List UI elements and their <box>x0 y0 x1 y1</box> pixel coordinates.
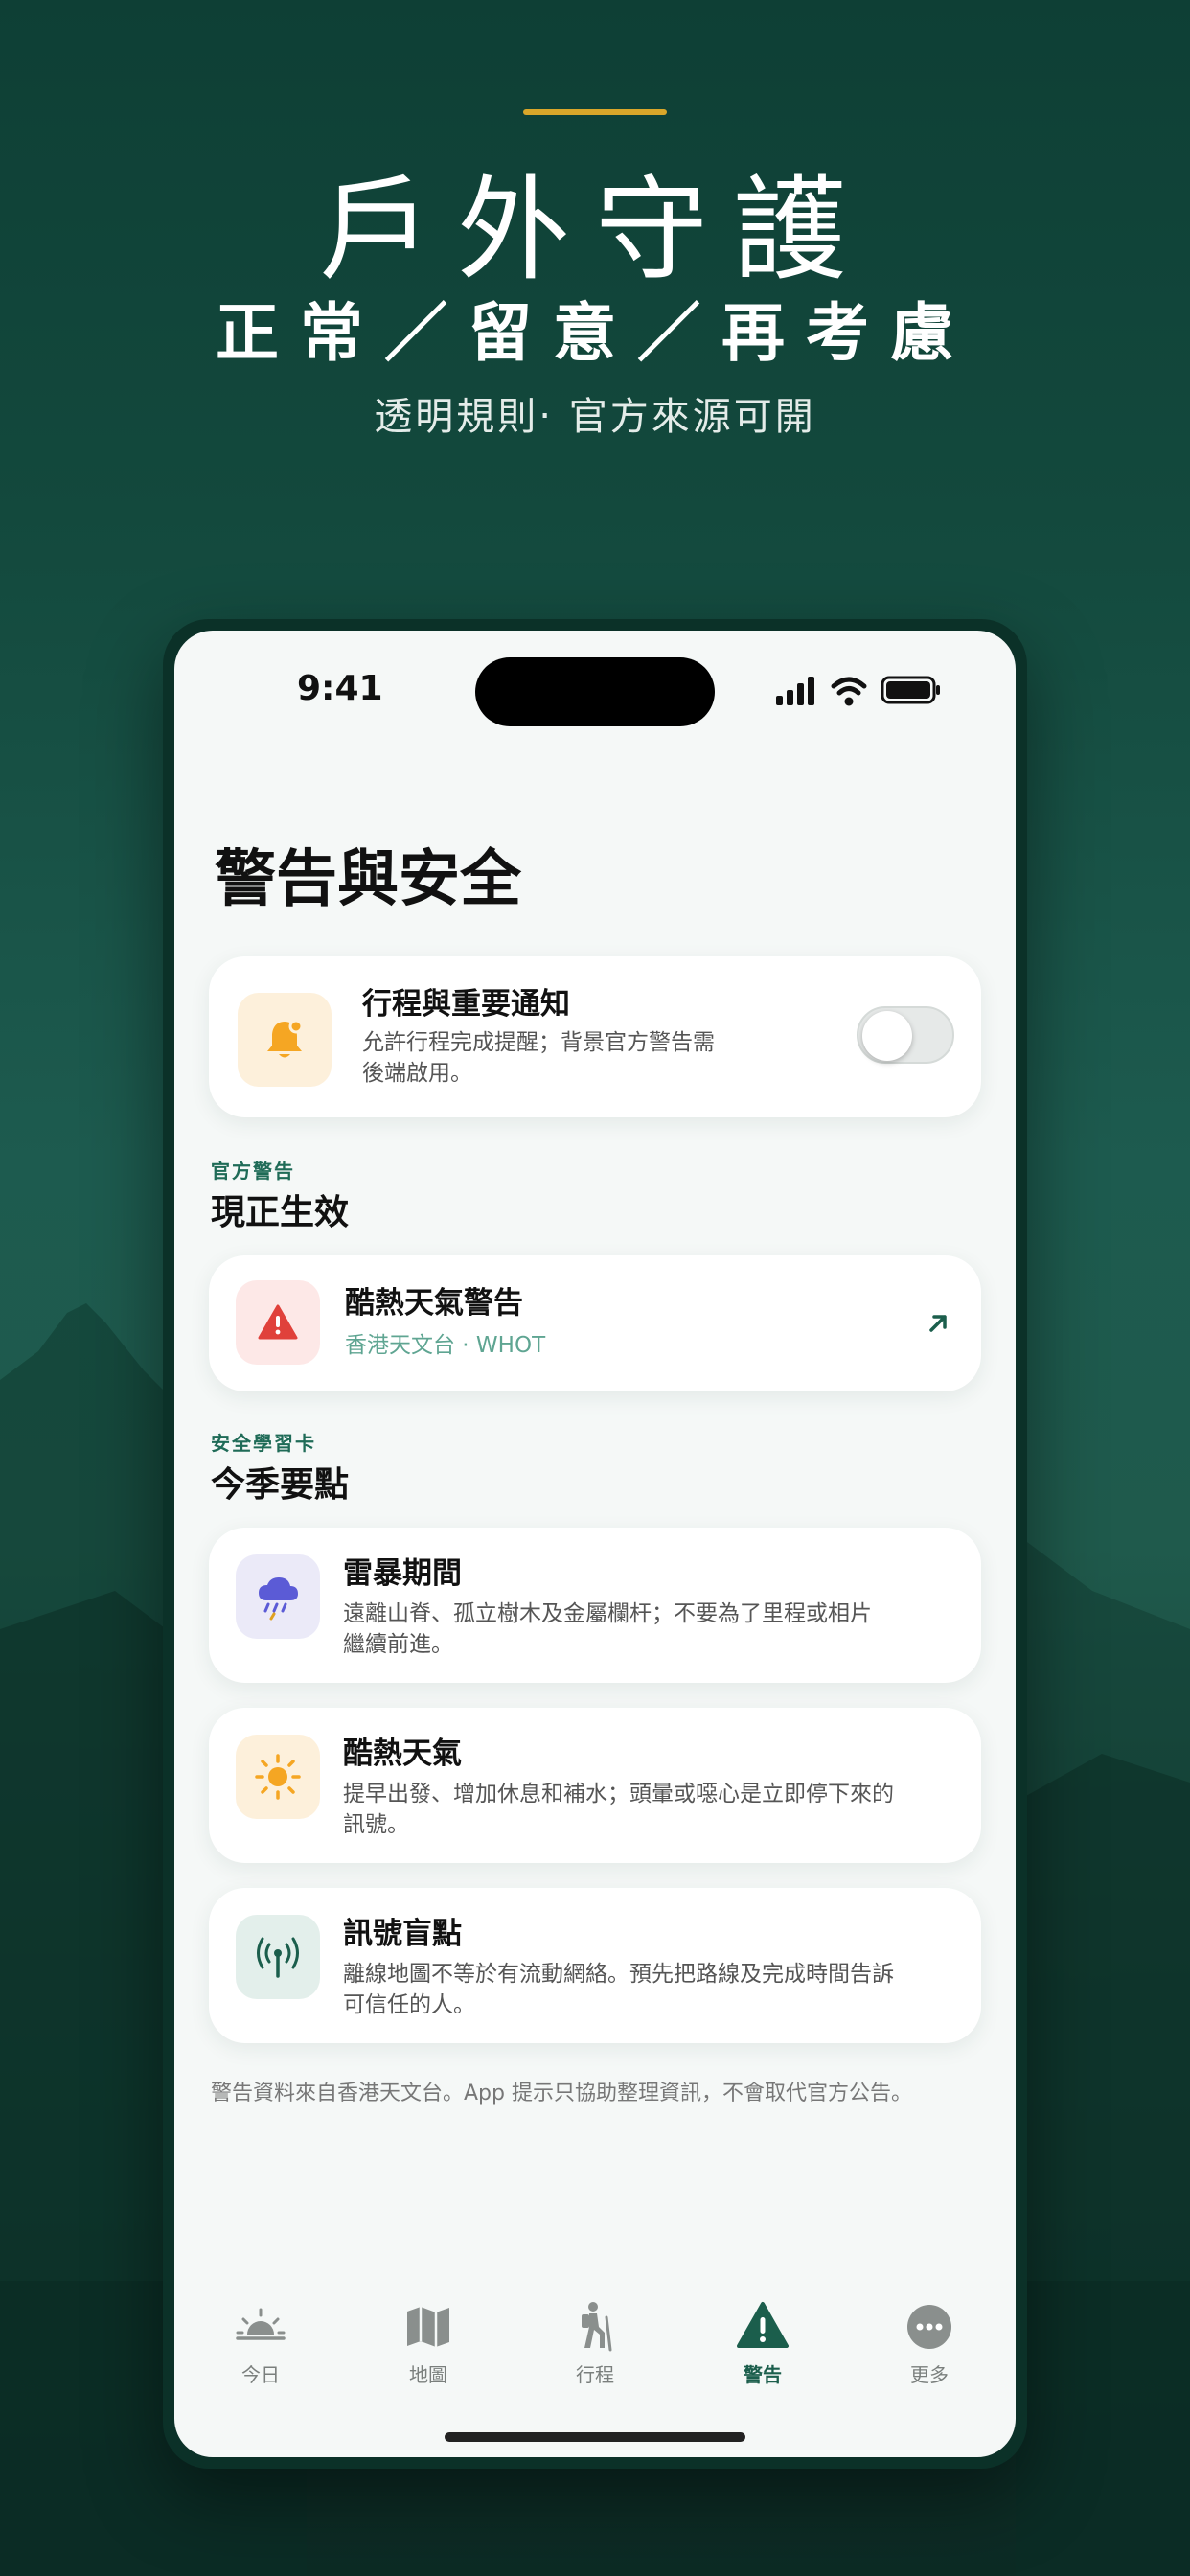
notification-card: 行程與重要通知 允許行程完成提醒；背景官方警告需 後端啟用。 <box>209 956 981 1117</box>
hero-subtitle: 正常／留意／再考慮 <box>216 296 974 370</box>
tip-desc-line2: 訊號。 <box>343 1812 409 1837</box>
wifi-icon <box>831 677 867 706</box>
tip-title: 訊號盲點 <box>343 1917 462 1951</box>
tip-desc-line1: 提早出發、增加休息和補水；頭暈或噁心是立即停下來的 <box>343 1782 894 1806</box>
signal-icon <box>776 677 814 705</box>
status-icons <box>776 676 940 706</box>
tab-label: 地圖 <box>409 2363 447 2386</box>
accent-line <box>523 109 667 115</box>
tab-trip[interactable]: 行程 <box>538 2298 652 2387</box>
battery-icon <box>881 676 940 704</box>
tip-card[interactable]: 訊號盲點 離線地圖不等於有流動網絡。預先把路線及完成時間告訴 可信任的人。 <box>209 1888 981 2043</box>
notification-desc-line1: 允許行程完成提醒；背景官方警告需 <box>362 1030 715 1055</box>
tab-label: 行程 <box>576 2363 614 2386</box>
tab-map[interactable]: 地圖 <box>371 2298 486 2387</box>
tab-label: 更多 <box>910 2363 949 2386</box>
tip-title: 雷暴期間 <box>343 1556 462 1591</box>
tab-label: 今日 <box>241 2363 280 2386</box>
tip-desc-line1: 離線地圖不等於有流動網絡。預先把路線及完成時間告訴 <box>343 1962 894 1987</box>
tip-card[interactable]: 酷熱天氣 提早出發、增加休息和補水；頭暈或噁心是立即停下來的 訊號。 <box>209 1708 981 1863</box>
tab-label: 警告 <box>744 2363 782 2386</box>
alert-tile <box>236 1280 320 1365</box>
tip-desc-line2: 可信任的人。 <box>343 1992 475 2017</box>
footer-note: 警告資料來自香港天文台。App 提示只協助整理資訊，不會取代官方公告。 <box>211 2082 912 2105</box>
tip-desc-line2: 繼續前進。 <box>343 1632 453 1657</box>
notification-toggle[interactable] <box>857 1006 954 1064</box>
status-time: 9:41 <box>297 669 383 708</box>
home-indicator[interactable] <box>445 2432 745 2442</box>
notification-desc-line2: 後端啟用。 <box>362 1061 472 1086</box>
antenna-icon <box>257 1937 299 1978</box>
tab-today[interactable]: 今日 <box>203 2298 318 2387</box>
bell-icon <box>267 1019 304 1058</box>
tab-alerts[interactable]: 警告 <box>705 2298 820 2387</box>
hero-tagline: 透明規則‧ 官方來源可開 <box>374 395 816 439</box>
storm-cloud-icon <box>259 1577 298 1621</box>
storm-tile <box>236 1554 320 1639</box>
tab-bar: 今日 地圖 行程 警告 更多 <box>174 2298 1016 2413</box>
bell-tile <box>238 993 332 1087</box>
sun-icon <box>255 1754 301 1800</box>
sunrise-icon <box>236 2308 286 2340</box>
notification-title: 行程與重要通知 <box>362 987 570 1022</box>
external-link-icon[interactable] <box>924 1309 952 1338</box>
official-title: 現正生效 <box>211 1193 350 1232</box>
learning-title: 今季要點 <box>211 1465 350 1505</box>
hiker-icon <box>582 2302 612 2352</box>
alert-triangle-icon <box>258 1304 298 1340</box>
page-title: 警告與安全 <box>215 844 521 915</box>
hero-title: 戶外守護 <box>318 164 871 296</box>
warning-card[interactable]: 酷熱天氣警告 香港天文台 · WHOT <box>209 1255 981 1392</box>
warning-title: 酷熱天氣警告 <box>345 1286 523 1321</box>
dynamic-island <box>475 657 715 726</box>
tip-title: 酷熱天氣 <box>343 1736 462 1771</box>
antenna-tile <box>236 1915 320 1999</box>
sun-tile <box>236 1735 320 1819</box>
toggle-knob <box>862 1011 912 1061</box>
warning-source: 香港天文台 · WHOT <box>345 1333 546 1358</box>
more-icon <box>907 2305 951 2349</box>
warning-icon <box>737 2302 789 2348</box>
learning-kicker: 安全學習卡 <box>211 1432 316 1455</box>
tab-more[interactable]: 更多 <box>872 2298 987 2387</box>
map-icon <box>407 2307 449 2347</box>
phone-screen: 9:41 警告與安全 行程與重要通知 允許行程完成提醒；背景官方警告需 後端啟用… <box>174 631 1016 2457</box>
official-kicker: 官方警告 <box>211 1160 295 1183</box>
tip-card[interactable]: 雷暴期間 遠離山脊、孤立樹木及金屬欄杆；不要為了里程或相片 繼續前進。 <box>209 1528 981 1683</box>
tip-desc-line1: 遠離山脊、孤立樹木及金屬欄杆；不要為了里程或相片 <box>343 1601 872 1626</box>
